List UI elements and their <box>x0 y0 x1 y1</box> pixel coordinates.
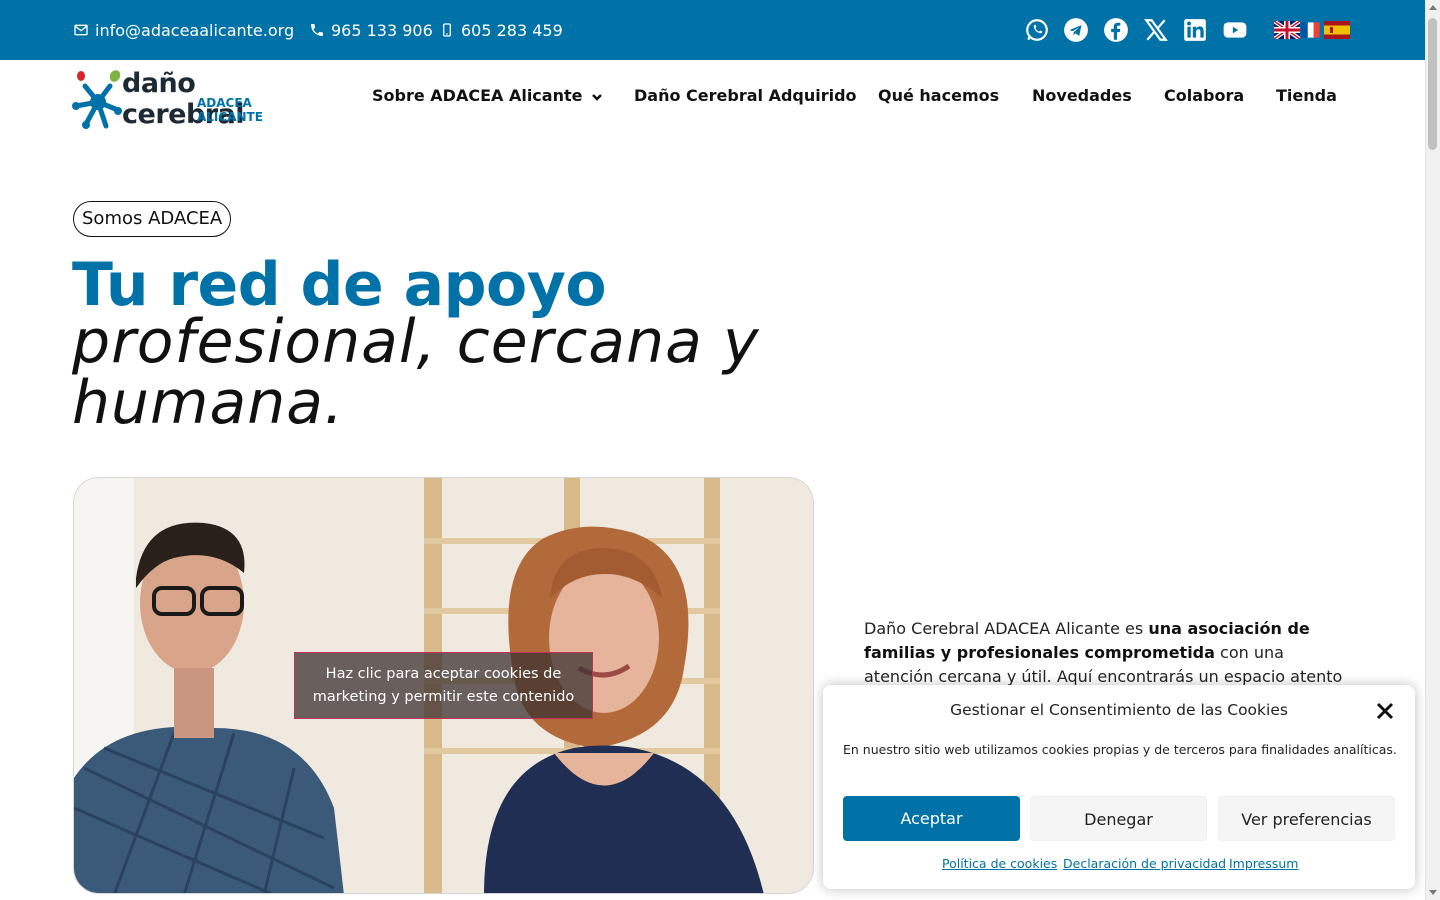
linkedin-icon[interactable] <box>1182 17 1208 43</box>
nav-item-tienda[interactable]: Tienda <box>1276 86 1337 105</box>
cookie-banner-title: Gestionar el Consentimiento de las Cooki… <box>950 701 1288 719</box>
email-text: info@adaceaalicante.org <box>95 20 295 40</box>
nav-item-novedades[interactable]: Novedades <box>1032 86 1132 105</box>
phone1-text: 965 133 906 <box>331 20 433 40</box>
deny-button[interactable]: Denegar <box>1030 796 1207 841</box>
video-embed[interactable]: Haz clic para aceptar cookies de marketi… <box>73 477 814 894</box>
es-flag-icon[interactable] <box>1324 21 1350 39</box>
cookie-consent-banner: Gestionar el Consentimiento de las Cooki… <box>823 685 1415 889</box>
youtube-icon[interactable] <box>1222 17 1248 43</box>
marketing-cookie-overlay[interactable]: Haz clic para aceptar cookies de marketi… <box>294 652 593 719</box>
chevron-down-icon <box>592 93 603 101</box>
envelope-icon <box>74 24 88 36</box>
nav-item-sobre-adacea[interactable]: Sobre ADACEA Alicante <box>372 86 604 105</box>
impressum-link[interactable]: Impressum <box>1229 856 1298 871</box>
x-icon[interactable] <box>1143 17 1169 43</box>
phone-icon <box>311 24 323 36</box>
cookie-banner-text: En nuestro sitio web utilizamos cookies … <box>843 742 1397 757</box>
mobile-icon <box>443 23 451 37</box>
mobile-link[interactable]: 605 283 459 <box>439 0 563 60</box>
phone2-text: 605 283 459 <box>461 20 563 40</box>
accept-button[interactable]: Aceptar <box>843 796 1020 841</box>
desc-part1: Daño Cerebral ADACEA Alicante es <box>864 619 1149 638</box>
phone-link[interactable]: 965 133 906 <box>309 0 433 60</box>
nav-item-que-hacemos[interactable]: Qué hacemos <box>878 86 999 105</box>
hero-title-italic: profesional, cercana y humana. <box>72 307 760 438</box>
scrollbar-thumb[interactable] <box>1428 18 1437 150</box>
facebook-icon[interactable] <box>1103 17 1129 43</box>
close-icon[interactable] <box>1375 701 1395 721</box>
fr-flag-icon[interactable] <box>1301 21 1323 39</box>
top-contact-bar: info@adaceaalicante.org 965 133 906 605 … <box>0 0 1425 60</box>
preferences-button[interactable]: Ver preferencias <box>1218 796 1395 841</box>
nav-item-colabora[interactable]: Colabora <box>1164 86 1244 105</box>
privacy-statement-link[interactable]: Declaración de privacidad <box>1063 856 1226 871</box>
en-flag-icon[interactable] <box>1274 21 1300 39</box>
email-link[interactable]: info@adaceaalicante.org <box>73 0 294 60</box>
scroll-down-arrow-icon[interactable] <box>1429 890 1437 895</box>
scroll-up-arrow-icon[interactable] <box>1429 5 1437 10</box>
nav-item-dano-cerebral[interactable]: Daño Cerebral Adquirido <box>634 86 857 105</box>
logo-subtitle: ADACEA ALICANTE <box>197 96 263 124</box>
site-logo[interactable]: daño cerebral ADACEA ALICANTE <box>72 68 312 132</box>
cookie-policy-link[interactable]: Política de cookies <box>942 856 1057 871</box>
nav-label: Sobre ADACEA Alicante <box>372 86 583 105</box>
telegram-icon[interactable] <box>1063 17 1089 43</box>
page-scrollbar[interactable] <box>1425 0 1440 900</box>
whatsapp-icon[interactable] <box>1024 17 1050 43</box>
section-pill-label: Somos ADACEA <box>73 201 232 237</box>
